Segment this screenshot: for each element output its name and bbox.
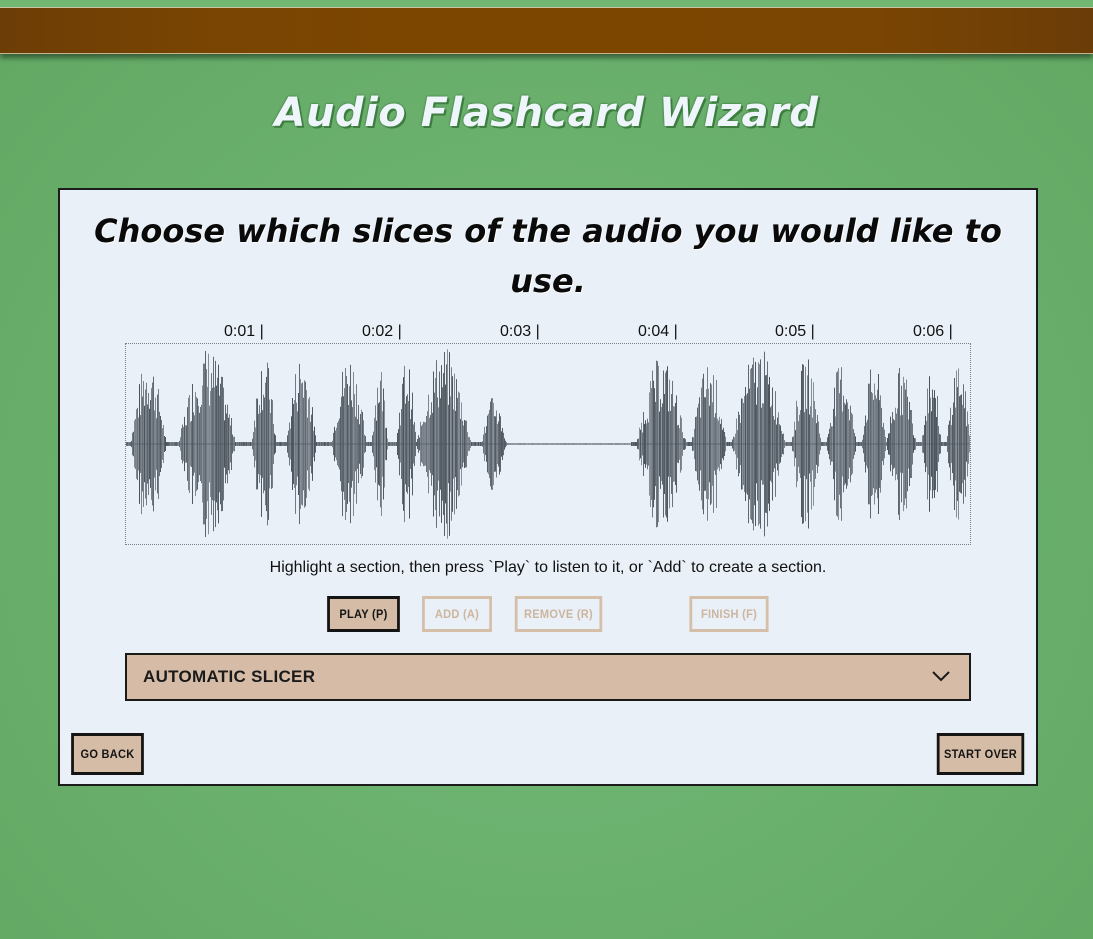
step-heading: Choose which slices of the audio you wou… (94, 212, 1002, 300)
go-back-button[interactable]: Go back (71, 733, 144, 775)
top-edge (0, 0, 1093, 8)
chevron-down-icon (932, 671, 950, 682)
remove-button[interactable]: Remove (R) (514, 596, 603, 632)
instruction-text: Highlight a section, then press `Play` t… (269, 559, 827, 576)
wooden-header-bar (0, 8, 1093, 54)
automatic-slicer-dropdown[interactable]: Automatic Slicer (125, 653, 971, 701)
play-button[interactable]: Play (P) (327, 596, 400, 632)
timeline-tick: 0:06 | (913, 323, 953, 340)
add-button[interactable]: Add (A) (422, 596, 492, 632)
timeline-tick: 0:04 | (638, 323, 678, 340)
app-title: Audio Flashcard Wizard (274, 90, 819, 136)
timeline-tick: 0:01 | (224, 323, 264, 340)
wizard-panel: Choose which slices of the audio you wou… (58, 188, 1038, 786)
finish-button[interactable]: Finish (F) (689, 596, 769, 632)
audio-waveform[interactable] (126, 344, 970, 544)
start-over-button[interactable]: Start over (936, 733, 1025, 775)
dropdown-label: Automatic Slicer (143, 667, 316, 686)
timeline-tick: 0:03 | (500, 323, 540, 340)
waveform-selection-area[interactable] (125, 343, 971, 545)
timeline-tick: 0:05 | (775, 323, 815, 340)
waveform-timeline: 0:01 | 0:02 | 0:03 | 0:04 | 0:05 | 0:06 … (125, 320, 971, 342)
timeline-tick: 0:02 | (362, 323, 402, 340)
